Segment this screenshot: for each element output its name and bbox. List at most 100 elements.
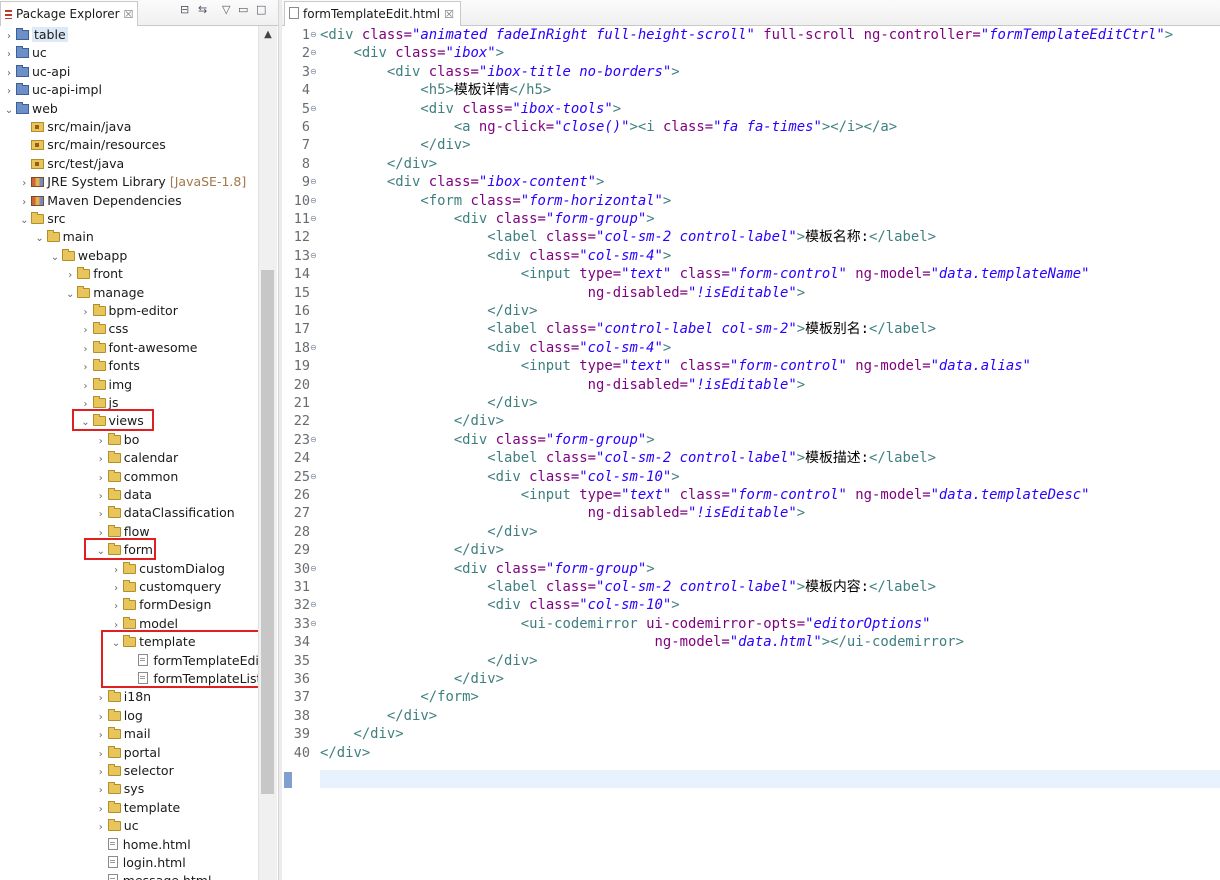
code-line[interactable]: <div class="col-sm-4">: [320, 247, 671, 265]
chevron-right-icon[interactable]: ›: [80, 378, 92, 396]
code-line[interactable]: <form class="form-horizontal">: [320, 192, 671, 210]
tree-item[interactable]: › log: [0, 707, 258, 725]
chevron-down-icon[interactable]: ⌄: [64, 286, 76, 304]
chevron-right-icon[interactable]: ›: [80, 341, 92, 359]
fold-toggle-icon[interactable]: ⊖: [310, 100, 318, 118]
code-line[interactable]: </div>: [320, 670, 504, 688]
code-line[interactable]: <div class="form-group">: [320, 431, 655, 449]
chevron-right-icon[interactable]: ›: [95, 764, 107, 782]
code-line[interactable]: <div class="ibox-content">: [320, 173, 604, 191]
chevron-right-icon[interactable]: ›: [3, 83, 15, 101]
fold-toggle-icon[interactable]: ⊖: [310, 431, 318, 449]
chevron-right-icon[interactable]: ›: [80, 304, 92, 322]
chevron-right-icon[interactable]: ›: [110, 580, 122, 598]
chevron-right-icon[interactable]: ›: [95, 727, 107, 745]
code-line[interactable]: <div class="col-sm-4">: [320, 339, 671, 357]
tree-item[interactable]: › selector: [0, 762, 258, 780]
tree-item[interactable]: › calendar: [0, 449, 258, 467]
chevron-right-icon[interactable]: ›: [80, 359, 92, 377]
tree-item[interactable]: ⌄ manage: [0, 284, 258, 302]
tree-item[interactable]: › bpm-editor: [0, 302, 258, 320]
tree-item[interactable]: ⌄ web: [0, 100, 258, 118]
code-line[interactable]: <div class="ibox-title no-borders">: [320, 63, 680, 81]
code-line[interactable]: <div class="col-sm-10">: [320, 596, 679, 614]
chevron-right-icon[interactable]: ›: [95, 746, 107, 764]
tree-item[interactable]: › Maven Dependencies: [0, 192, 258, 210]
fold-toggle-icon[interactable]: ⊖: [310, 63, 318, 81]
chevron-right-icon[interactable]: ›: [95, 690, 107, 708]
view-menu-icon[interactable]: ▽: [222, 3, 230, 16]
tree-item[interactable]: src/main/java: [0, 118, 258, 136]
tree-item[interactable]: › uc: [0, 817, 258, 835]
code-line[interactable]: </div>: [320, 155, 437, 173]
chevron-down-icon[interactable]: ⌄: [18, 212, 30, 230]
chevron-right-icon[interactable]: ›: [95, 488, 107, 506]
tree-item[interactable]: › table: [0, 26, 258, 44]
scroll-up-arrow-icon[interactable]: ▲: [259, 26, 277, 44]
chevron-down-icon[interactable]: ⌄: [3, 102, 15, 120]
code-line[interactable]: </form>: [320, 688, 479, 706]
tree-item[interactable]: › fonts: [0, 357, 258, 375]
fold-toggle-icon[interactable]: ⊖: [310, 339, 318, 357]
code-line[interactable]: <label class="control-label col-sm-2">模板…: [320, 320, 936, 338]
code-line[interactable]: <a ng-click="close()"><i class="fa fa-ti…: [320, 118, 897, 136]
code-line[interactable]: </div>: [320, 652, 537, 670]
code-line[interactable]: <h5>模板详情</h5>: [320, 81, 551, 99]
chevron-right-icon[interactable]: ›: [110, 562, 122, 580]
tree-item[interactable]: home.html: [0, 836, 258, 854]
tree-item[interactable]: › JRE System Library [JavaSE-1.8]: [0, 173, 258, 191]
fold-toggle-icon[interactable]: ⊖: [310, 173, 318, 191]
tree-scrollbar[interactable]: ▲: [258, 26, 277, 880]
chevron-right-icon[interactable]: ›: [95, 470, 107, 488]
code-line[interactable]: <input type="text" class="form-control" …: [320, 265, 1090, 283]
chevron-right-icon[interactable]: ›: [95, 782, 107, 800]
fold-toggle-icon[interactable]: ⊖: [310, 44, 318, 62]
fold-toggle-icon[interactable]: ⊖: [310, 468, 318, 486]
code-line[interactable]: </div>: [320, 523, 537, 541]
link-with-editor-icon[interactable]: ⇆: [198, 3, 207, 16]
tree-item[interactable]: › font-awesome: [0, 339, 258, 357]
maximize-icon[interactable]: □: [256, 3, 266, 16]
tree-item[interactable]: message.html: [0, 872, 258, 880]
tree-item[interactable]: src/test/java: [0, 155, 258, 173]
tree-item[interactable]: › uc-api-impl: [0, 81, 258, 99]
code-line[interactable]: <div class="col-sm-10">: [320, 468, 679, 486]
tree-item[interactable]: › data: [0, 486, 258, 504]
code-line[interactable]: </div>: [320, 725, 403, 743]
code-line[interactable]: </div>: [320, 302, 537, 320]
fold-toggle-icon[interactable]: ⊖: [310, 247, 318, 265]
fold-toggle-icon[interactable]: ⊖: [310, 210, 318, 228]
tree-item[interactable]: ⌄ src: [0, 210, 258, 228]
chevron-right-icon[interactable]: ›: [95, 801, 107, 819]
chevron-down-icon[interactable]: ⌄: [34, 230, 46, 248]
chevron-right-icon[interactable]: ›: [95, 819, 107, 837]
fold-toggle-icon[interactable]: ⊖: [310, 192, 318, 210]
tree-item[interactable]: › sys: [0, 780, 258, 798]
fold-toggle-icon[interactable]: ⊖: [310, 615, 318, 633]
chevron-right-icon[interactable]: ›: [3, 46, 15, 64]
code-line[interactable]: <label class="col-sm-2 control-label">模板…: [320, 449, 936, 467]
tree-item[interactable]: ⌄ main: [0, 228, 258, 246]
tree-item[interactable]: › uc-api: [0, 63, 258, 81]
collapse-all-icon[interactable]: ⊟: [180, 3, 189, 16]
code-line[interactable]: ng-disabled="!isEditable">: [320, 376, 805, 394]
tree-item[interactable]: › formDesign: [0, 596, 258, 614]
code-line[interactable]: </div>: [320, 412, 504, 430]
code-line[interactable]: <label class="col-sm-2 control-label">模板…: [320, 228, 936, 246]
code-line[interactable]: <div class="ibox-tools">: [320, 100, 621, 118]
tree-item[interactable]: › front: [0, 265, 258, 283]
code-line[interactable]: </div>: [320, 541, 504, 559]
tree-item[interactable]: › css: [0, 320, 258, 338]
minimize-icon[interactable]: ▭: [238, 3, 248, 16]
tree-item[interactable]: login.html: [0, 854, 258, 872]
code-line[interactable]: <ui-codemirror ui-codemirror-opts="edito…: [320, 615, 931, 633]
chevron-right-icon[interactable]: ›: [3, 28, 15, 46]
tree-item[interactable]: › mail: [0, 725, 258, 743]
package-explorer-tab[interactable]: Package Explorer ☒: [0, 1, 139, 26]
tree-scrollbar-thumb[interactable]: [261, 270, 274, 794]
tree-item[interactable]: › customDialog: [0, 560, 258, 578]
tree-item[interactable]: › uc: [0, 44, 258, 62]
tree-item[interactable]: › img: [0, 376, 258, 394]
code-line[interactable]: <input type="text" class="form-control" …: [320, 357, 1031, 375]
close-icon[interactable]: ☒: [444, 8, 454, 21]
